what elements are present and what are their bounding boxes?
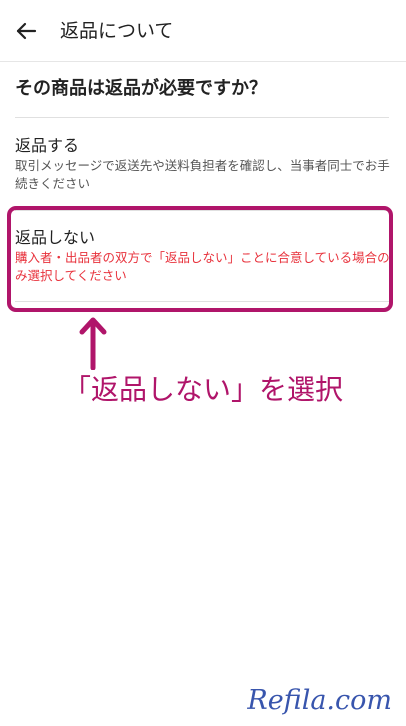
annotation-text: 「返品しない」を選択 [62,373,343,406]
option-return[interactable]: 返品する 取引メッセージで返送先や送料負担者を確認し、当事者同士でお手続きくださ… [15,136,390,193]
back-button[interactable] [8,13,44,49]
app-bar: 返品について [0,0,406,62]
option-description: 取引メッセージで返送先や送料負担者を確認し、当事者同士でお手続きください [15,158,390,191]
watermark: Refila.com [247,685,392,716]
option-title: 返品しない [15,228,96,247]
divider [15,301,389,302]
option-no-return[interactable]: 返品しない 購入者・出品者の双方で「返品しない」ことに合意している場合のみ選択し… [15,228,390,285]
page-title: 返品について [60,20,174,42]
arrow-left-icon [16,22,37,40]
question-heading: その商品は返品が必要ですか？ [15,78,267,99]
divider [15,210,389,211]
arrow-up-icon [79,317,107,370]
divider [15,117,389,118]
option-title: 返品する [15,136,80,155]
option-description-warning: 購入者・出品者の双方で「返品しない」ことに合意している場合のみ選択してください [15,250,390,283]
